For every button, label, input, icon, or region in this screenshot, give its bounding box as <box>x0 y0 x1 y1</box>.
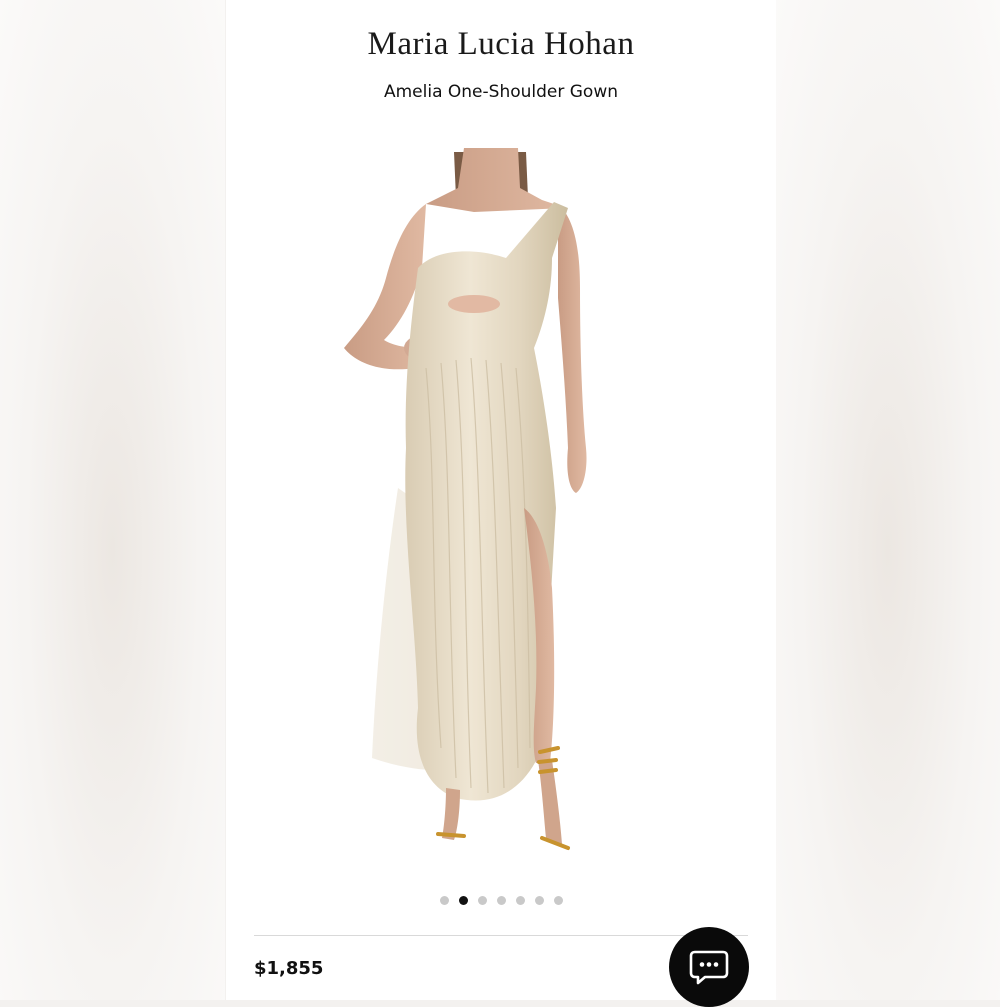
divider <box>254 935 748 936</box>
product-photo[interactable] <box>306 148 696 868</box>
chat-bubble-icon <box>689 950 729 985</box>
image-pagination <box>226 896 776 905</box>
pagination-dot-4[interactable] <box>496 896 506 905</box>
background-blur-left <box>0 0 225 1000</box>
background-blur-right <box>775 0 1000 1000</box>
pagination-dot-5[interactable] <box>515 896 525 905</box>
pagination-dot-3[interactable] <box>477 896 487 905</box>
pagination-dot-1[interactable] <box>439 896 449 905</box>
brand-name[interactable]: Maria Lucia Hohan <box>226 26 776 63</box>
pagination-dot-2[interactable] <box>458 896 468 905</box>
pagination-dot-6[interactable] <box>534 896 544 905</box>
product-price: $1,855 <box>254 958 324 979</box>
chat-button[interactable] <box>669 927 749 1007</box>
product-card: Maria Lucia Hohan Amelia One-Shoulder Go… <box>226 0 776 1000</box>
product-title: Amelia One-Shoulder Gown <box>383 82 619 102</box>
pagination-dot-7[interactable] <box>553 896 563 905</box>
